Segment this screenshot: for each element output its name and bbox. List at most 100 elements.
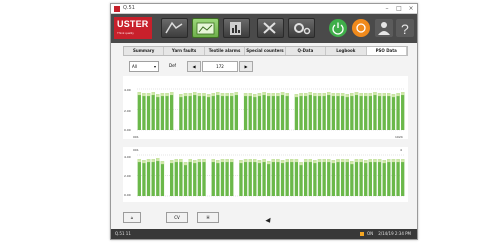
- tab-special-counters[interactable]: Special counters: [245, 47, 286, 55]
- tab-logbook[interactable]: Logbook: [326, 47, 367, 55]
- svg-text:?: ?: [401, 21, 409, 37]
- bar-cap: [354, 159, 359, 163]
- bar-cap: [156, 158, 160, 162]
- tab-q-data[interactable]: Q-Data: [286, 47, 327, 55]
- app-window: Q.51 – □ × USTER Think quality ? Summary…: [110, 3, 418, 240]
- bar-cap: [368, 159, 373, 163]
- tab-textile-alarms[interactable]: Textile alarms: [205, 47, 246, 55]
- bar: [137, 92, 141, 130]
- bar: [290, 159, 294, 196]
- power-button[interactable]: [329, 19, 347, 37]
- tab-summary[interactable]: Summary: [124, 47, 165, 55]
- bar: [262, 159, 266, 196]
- bar: [151, 159, 155, 196]
- bar: [156, 158, 160, 196]
- bar: [391, 159, 396, 196]
- range-field[interactable]: 172: [202, 61, 238, 72]
- bar: [206, 94, 211, 130]
- bar: [160, 93, 165, 130]
- range-value: 172: [216, 64, 224, 69]
- bar: [276, 93, 280, 130]
- bar-cap: [391, 159, 396, 163]
- bar-cap: [202, 159, 206, 163]
- bar: [179, 159, 183, 196]
- bar: [345, 94, 349, 130]
- bar: [169, 160, 174, 196]
- bar-cap: [206, 94, 211, 98]
- bar-cap: [146, 159, 151, 163]
- brand-logo: USTER Think quality: [114, 17, 152, 39]
- bar: [396, 159, 400, 196]
- bar: [280, 160, 285, 196]
- user-button[interactable]: [375, 19, 393, 37]
- bar: [234, 92, 239, 130]
- window-title: Q.51: [123, 5, 135, 11]
- home-icon: ⌂: [130, 215, 134, 220]
- bar-cap: [373, 159, 377, 163]
- h-button[interactable]: H: [197, 212, 219, 223]
- logo-text: USTER: [117, 19, 149, 29]
- bar: [257, 93, 262, 130]
- bar-cap: [262, 159, 266, 163]
- bar: [202, 159, 206, 196]
- bar-cap: [345, 159, 349, 163]
- bar: [345, 159, 349, 196]
- bar: [331, 160, 336, 196]
- status-indicator-icon: [359, 232, 364, 236]
- bar: [303, 93, 308, 130]
- tab-yarn-faults[interactable]: Yarn faults: [164, 47, 205, 55]
- chevron-down-icon: ▾: [153, 64, 156, 69]
- bar-cap: [294, 94, 299, 98]
- status-bar: Q.51 11 ON 2/14/19 2:34 PM: [111, 229, 417, 239]
- bar-cap: [179, 94, 183, 98]
- next-button[interactable]: ▶: [239, 61, 253, 72]
- group-select[interactable]: All ▾: [129, 61, 159, 72]
- analysis-button[interactable]: [161, 18, 188, 38]
- cv-button-label: CV: [174, 215, 180, 220]
- bar-cap: [276, 93, 280, 97]
- bar: [183, 93, 188, 130]
- data-button[interactable]: [192, 18, 219, 38]
- bar-cap: [243, 159, 248, 163]
- cv-button[interactable]: CV: [166, 212, 188, 223]
- bar-cap: [160, 161, 165, 165]
- bar-cap: [220, 93, 225, 97]
- home-button[interactable]: ⌂: [123, 212, 141, 223]
- settings-button[interactable]: [288, 18, 315, 38]
- alarm-button[interactable]: [352, 19, 370, 37]
- bar: [317, 159, 322, 196]
- bar: [359, 93, 363, 130]
- main-toolbar: USTER Think quality ?: [111, 14, 417, 43]
- maximize-icon[interactable]: □: [393, 4, 405, 14]
- bar-cap: [142, 93, 146, 97]
- bar: [368, 159, 373, 196]
- bar-cap: [373, 92, 377, 96]
- prev-arrow-icon: ◀: [192, 64, 196, 69]
- bar: [230, 93, 234, 130]
- bar-cap: [359, 93, 363, 97]
- bar-cap: [248, 93, 252, 97]
- bar: [317, 93, 322, 130]
- minimize-icon[interactable]: –: [381, 4, 393, 14]
- bar: [142, 160, 146, 196]
- tab-pso-data[interactable]: PSO Data: [366, 47, 407, 55]
- bar-cap: [340, 159, 345, 163]
- bar-cap: [340, 93, 345, 97]
- report-button[interactable]: [223, 18, 250, 38]
- bar-cap: [151, 92, 155, 96]
- bar: [294, 159, 299, 196]
- bar: [179, 94, 183, 130]
- close-icon[interactable]: ×: [405, 4, 417, 14]
- bar: [322, 159, 326, 196]
- tools-button[interactable]: [257, 18, 284, 38]
- bar: [359, 159, 363, 196]
- bar: [336, 93, 340, 130]
- bar: [137, 159, 141, 196]
- settings-icon: [294, 23, 311, 35]
- bar-cap: [169, 92, 174, 96]
- bar: [327, 159, 331, 196]
- help-button[interactable]: ?: [396, 19, 414, 37]
- bar: [142, 93, 146, 130]
- bar-cap: [216, 160, 220, 164]
- prev-button[interactable]: ◀: [187, 61, 201, 72]
